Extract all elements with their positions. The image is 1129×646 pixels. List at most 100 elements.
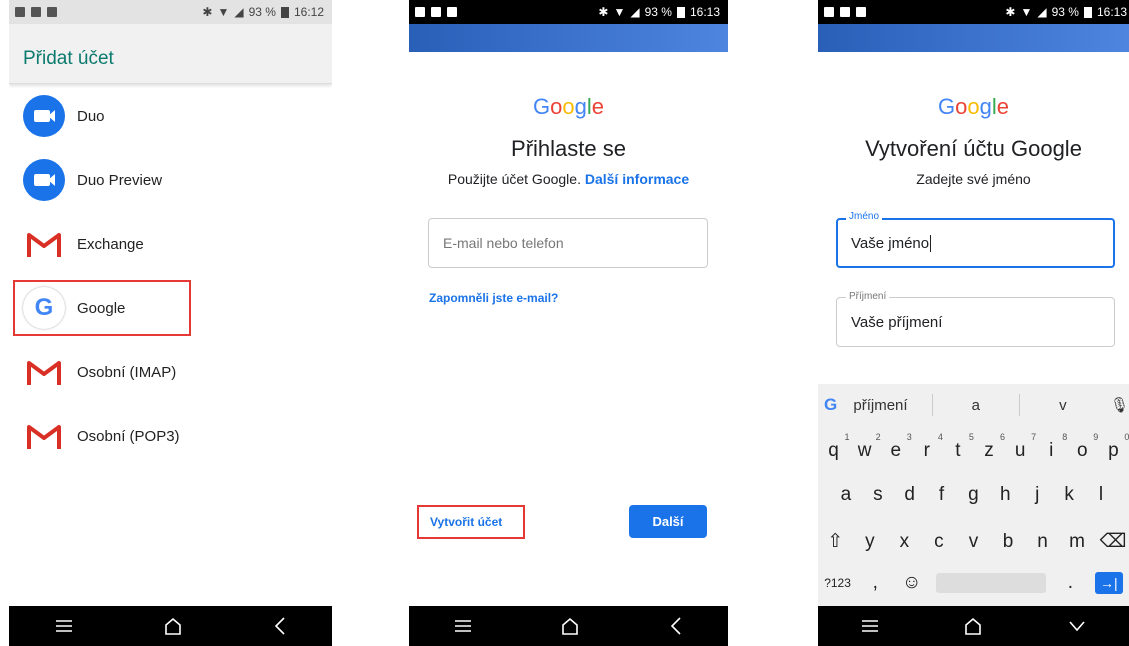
suggestion-1[interactable]: příjmení <box>853 397 931 414</box>
key-r[interactable]: r4 <box>915 432 943 462</box>
key-b[interactable]: b <box>996 531 1020 553</box>
key-l[interactable]: l <box>1089 484 1113 506</box>
bluetooth-icon: ✱ <box>1005 5 1016 19</box>
duo-icon <box>23 95 65 137</box>
key-d[interactable]: d <box>898 484 922 506</box>
page-title: Přidat účet <box>23 48 114 69</box>
account-label: Exchange <box>77 235 144 253</box>
emoji-icon[interactable]: ☺ <box>900 572 924 594</box>
account-item-duo-preview[interactable]: Duo Preview <box>9 148 332 212</box>
clock: 16:13 <box>1096 5 1127 19</box>
backspace-icon[interactable]: ⌫ <box>1100 530 1127 553</box>
key-j[interactable]: j <box>1025 484 1049 506</box>
battery-percent: 93 % <box>248 5 276 19</box>
account-item-pop3[interactable]: Osobní (POP3) <box>9 404 332 468</box>
highlight-box <box>13 280 191 336</box>
key-row-1: q1w2e3r4t5z6u7i8o9p0 <box>818 432 1129 462</box>
key-q[interactable]: q1 <box>822 432 849 462</box>
gmail-icon <box>23 351 65 393</box>
status-bar: ✱ ▼ ◢ 93 % 16:13 <box>818 0 1129 24</box>
key-hint: 3 <box>906 432 912 442</box>
logo-letter: G <box>532 94 551 119</box>
comma-key[interactable]: , <box>863 572 887 594</box>
menu-icon[interactable] <box>860 618 880 634</box>
key-s[interactable]: s <box>866 484 890 506</box>
account-item-duo[interactable]: Duo <box>9 84 332 148</box>
status-bar: ✱ ▼ ◢ 93 % 16:12 <box>9 0 332 24</box>
next-field-icon[interactable]: →| <box>1094 572 1123 594</box>
key-g[interactable]: g <box>961 484 985 506</box>
next-button[interactable]: Další <box>629 505 707 538</box>
highlight-box <box>417 505 525 539</box>
logo-letter: o <box>955 94 968 119</box>
play-store-icon <box>47 7 57 17</box>
nav-bar <box>818 606 1129 646</box>
key-hint: 9 <box>1093 432 1099 442</box>
account-item-exchange[interactable]: Exchange <box>9 212 332 276</box>
lock-icon <box>31 7 41 17</box>
key-k[interactable]: k <box>1057 484 1081 506</box>
logo-letter: e <box>996 94 1009 119</box>
key-y[interactable]: y <box>858 531 882 553</box>
google-logo: Google <box>818 94 1129 120</box>
google-g-icon[interactable]: G <box>824 395 853 415</box>
suggestion-3[interactable]: v <box>1020 397 1106 414</box>
key-a[interactable]: a <box>834 484 858 506</box>
bluetooth-icon: ✱ <box>202 5 213 19</box>
back-icon[interactable] <box>668 616 684 636</box>
menu-icon[interactable] <box>453 618 473 634</box>
shift-icon[interactable]: ⇧ <box>823 530 847 553</box>
key-hint: 1 <box>844 432 850 442</box>
space-key[interactable] <box>936 573 1047 593</box>
nav-bar <box>409 606 728 646</box>
battery-percent: 93 % <box>644 5 672 19</box>
home-icon[interactable] <box>560 616 580 636</box>
more-info-link[interactable]: Další informace <box>585 171 689 187</box>
key-h[interactable]: h <box>993 484 1017 506</box>
subtitle-text: Použijte účet Google. <box>447 171 581 187</box>
key-row-4: ?123 , ☺ . →| <box>818 572 1129 594</box>
app-bar: Přidat účet <box>9 24 332 84</box>
key-f[interactable]: f <box>930 484 954 506</box>
home-icon[interactable] <box>163 616 183 636</box>
google-logo: Google <box>409 94 728 120</box>
key-w[interactable]: w2 <box>853 432 881 462</box>
key-n[interactable]: n <box>1031 531 1055 553</box>
first-name-label: Jméno <box>846 211 883 222</box>
key-c[interactable]: c <box>927 531 951 553</box>
key-hint: 7 <box>1031 432 1037 442</box>
suggestion-2[interactable]: a <box>933 397 1019 414</box>
home-icon[interactable] <box>963 616 983 636</box>
clock: 16:13 <box>689 5 720 19</box>
key-m[interactable]: m <box>1065 531 1089 553</box>
top-band <box>818 24 1129 52</box>
key-x[interactable]: x <box>892 531 916 553</box>
period-key[interactable]: . <box>1058 572 1082 594</box>
key-i[interactable]: i8 <box>1039 432 1067 462</box>
key-z[interactable]: z6 <box>977 432 1005 462</box>
suggestion-strip: G příjmení a v 🎙 <box>818 384 1129 426</box>
first-name-value: Vaše jméno <box>851 235 932 252</box>
key-u[interactable]: u7 <box>1008 432 1036 462</box>
key-o[interactable]: o9 <box>1070 432 1098 462</box>
key-hint: 2 <box>875 432 881 442</box>
email-field[interactable]: E-mail nebo telefon <box>428 218 708 268</box>
play-store-icon <box>856 7 866 17</box>
phone-create-account: ✱ ▼ ◢ 93 % 16:13 Google Vytvoření účtu Googl… <box>818 0 1129 646</box>
hide-keyboard-icon[interactable] <box>1067 618 1087 634</box>
menu-icon[interactable] <box>54 618 74 634</box>
key-v[interactable]: v <box>961 531 985 553</box>
battery-icon <box>676 6 685 18</box>
key-t[interactable]: t5 <box>946 432 974 462</box>
symbols-key[interactable]: ?123 <box>824 576 851 590</box>
mic-icon[interactable]: 🎙 <box>1110 396 1129 414</box>
key-hint: 6 <box>1000 432 1006 442</box>
back-icon[interactable] <box>272 616 288 636</box>
logo-text: Google <box>533 94 604 119</box>
logo-letter: e <box>591 94 604 119</box>
forgot-email-link[interactable]: Zapomněli jste e-mail? <box>429 291 558 305</box>
key-e[interactable]: e3 <box>884 432 911 462</box>
key-p[interactable]: p0 <box>1101 432 1129 462</box>
account-item-imap[interactable]: Osobní (IMAP) <box>9 340 332 404</box>
subtitle: Zadejte své jméno <box>916 171 1031 187</box>
